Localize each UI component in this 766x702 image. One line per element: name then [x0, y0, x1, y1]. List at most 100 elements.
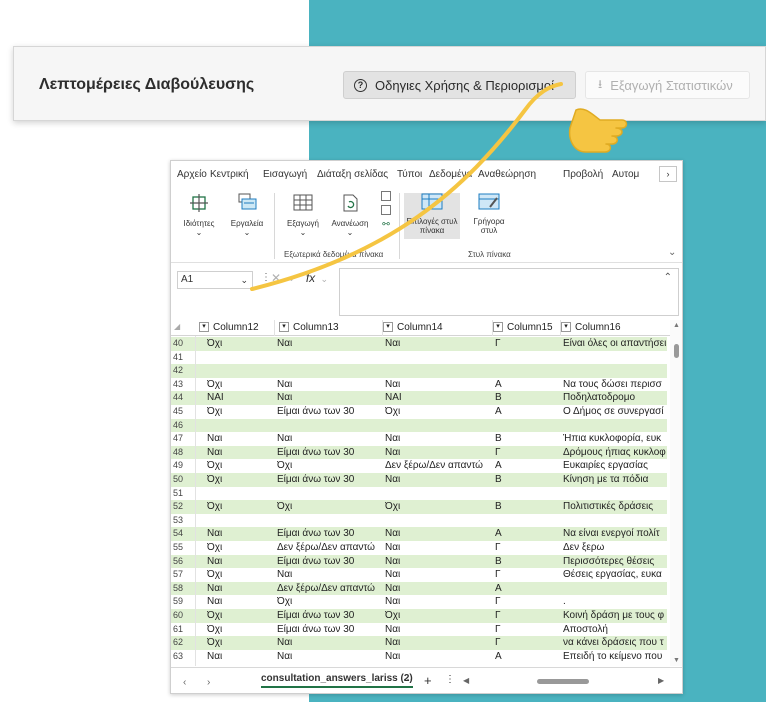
- menu-formulas[interactable]: Τύποι: [397, 169, 422, 180]
- cell-column16[interactable]: Επειδή το κείμενο που: [563, 650, 667, 664]
- cell-column14[interactable]: Όχι: [385, 405, 493, 419]
- column-header[interactable]: ▾ Column13: [275, 320, 383, 336]
- scroll-left-icon[interactable]: ◀: [463, 676, 469, 685]
- cell-column12[interactable]: Ναι: [207, 595, 275, 609]
- cell-column15[interactable]: Γ: [495, 595, 559, 609]
- horizontal-scroll-thumb[interactable]: [537, 679, 589, 684]
- cell-column14[interactable]: Ναι: [385, 527, 493, 541]
- cell-column12[interactable]: Όχι: [207, 337, 275, 351]
- insert-function-icon[interactable]: fx: [306, 271, 315, 285]
- table-row[interactable]: 54 Ναι Είμαι άνω των 30 Ναι Α Να είναι ενεργο…: [171, 527, 667, 541]
- cell-column12[interactable]: Όχι: [207, 623, 275, 637]
- cancel-icon[interactable]: ✕: [271, 271, 281, 285]
- cell-column14[interactable]: Ναι: [385, 378, 493, 392]
- cell-column13[interactable]: Είμαι άνω των 30: [277, 555, 383, 569]
- formula-bar-options-icon[interactable]: ⋮: [261, 272, 271, 283]
- chevron-up-icon[interactable]: ⌃: [664, 272, 672, 283]
- cell-column14[interactable]: Δεν ξέρω/Δεν απαντώ: [385, 459, 493, 473]
- cell-column14[interactable]: ΝΑΙ: [385, 391, 493, 405]
- table-row[interactable]: 48 Ναι Είμαι άνω των 30 Ναι Γ Δρόμους ήπιας κ…: [171, 445, 667, 460]
- cell-column13[interactable]: Όχι: [277, 459, 383, 473]
- sheet-next-icon[interactable]: ›: [207, 677, 210, 688]
- cell-column14[interactable]: Ναι: [385, 446, 493, 460]
- menu-insert[interactable]: Εισαγωγή: [263, 169, 307, 180]
- refresh-button[interactable]: Ανανέωση ⌄: [327, 193, 373, 237]
- cell-column12[interactable]: Ναι: [207, 446, 275, 460]
- table-row[interactable]: 50 Όχι Είμαι άνω των 30 Ναι Β Κίνηση με τα πό…: [171, 473, 667, 487]
- table-row[interactable]: 56 Ναι Είμαι άνω των 30 Ναι Β Περισσότερες θέ…: [171, 554, 667, 569]
- column-header[interactable]: ▾ Column14: [383, 320, 493, 336]
- cell-column13[interactable]: Είμαι άνω των 30: [277, 405, 383, 419]
- cell-column14[interactable]: Ναι: [385, 541, 493, 555]
- cell-column14[interactable]: Ναι: [385, 337, 493, 351]
- cell-column16[interactable]: Είναι όλες οι απαντήσει: [563, 337, 667, 351]
- quick-styles-button[interactable]: Γρήγορα στυλ: [466, 193, 512, 235]
- table-row[interactable]: 63 Ναι Ναι Ναι Α Επειδή το κείμενο που: [171, 650, 667, 664]
- filter-dropdown-icon[interactable]: ▾: [561, 322, 571, 333]
- cell-column16[interactable]: Ήπια κυκλοφορία, ευκ: [563, 432, 667, 446]
- cell-column13[interactable]: Ναι: [277, 650, 383, 664]
- cell-column12[interactable]: Ναι: [207, 432, 275, 446]
- menu-data[interactable]: Δεδομένα: [429, 169, 472, 180]
- export-statistics-button[interactable]: ⭳ Εξαγωγή Στατιστικών: [585, 71, 750, 99]
- cell-column15[interactable]: Β: [495, 473, 559, 487]
- menu-more-button[interactable]: ›: [659, 166, 677, 182]
- cell-column12[interactable]: Όχι: [207, 609, 275, 623]
- more-sheets-icon[interactable]: ···: [403, 674, 413, 685]
- table-row[interactable]: 51: [171, 487, 667, 501]
- cell-column13[interactable]: Είμαι άνω των 30: [277, 446, 383, 460]
- cell-column15[interactable]: Γ: [495, 636, 559, 650]
- cell-column13[interactable]: Ναι: [277, 636, 383, 650]
- cell-column12[interactable]: Ναι: [207, 650, 275, 664]
- export-table-button[interactable]: Εξαγωγή ⌄: [281, 193, 325, 237]
- cell-column16[interactable]: Ευκαιρίες εργασίας: [563, 459, 667, 473]
- confirm-icon[interactable]: ✓: [288, 271, 298, 285]
- cell-column14[interactable]: Ναι: [385, 555, 493, 569]
- cell-column12[interactable]: Ναι: [207, 555, 275, 569]
- cell-column12[interactable]: Ναι: [207, 582, 275, 596]
- cell-column16[interactable]: Θέσεις εργασίας, ευκα: [563, 568, 667, 582]
- select-all-corner[interactable]: ◢: [174, 322, 180, 331]
- sheet-prev-icon[interactable]: ‹: [183, 677, 186, 688]
- cell-column15[interactable]: Α: [495, 378, 559, 392]
- table-row[interactable]: 46: [171, 418, 667, 433]
- cell-column16[interactable]: Πολιτιστικές δράσεις: [563, 500, 667, 514]
- cell-column15[interactable]: Γ: [495, 568, 559, 582]
- cell-column15[interactable]: Β: [495, 391, 559, 405]
- menu-home[interactable]: Κεντρική: [210, 169, 249, 180]
- cell-column13[interactable]: Είμαι άνω των 30: [277, 473, 383, 487]
- scroll-thumb[interactable]: [674, 344, 679, 358]
- cell-column15[interactable]: Α: [495, 527, 559, 541]
- add-sheet-icon[interactable]: +: [424, 673, 432, 688]
- sheet-options-icon[interactable]: ⋮: [445, 674, 455, 685]
- table-row[interactable]: 58 Ναι Δεν ξέρω/Δεν απαντώ Ναι Α: [171, 581, 667, 596]
- tools-button[interactable]: Εργαλεία ⌄: [227, 193, 267, 237]
- column-header[interactable]: ▾ Column15: [493, 320, 561, 336]
- cell-column12[interactable]: Όχι: [207, 473, 275, 487]
- cell-column12[interactable]: ΝΑΙ: [207, 391, 275, 405]
- table-style-options-button[interactable]: Επιλογές στυλ πίνακα: [404, 193, 460, 239]
- column-header[interactable]: ▾ Column12: [195, 320, 275, 336]
- cell-column13[interactable]: Ναι: [277, 391, 383, 405]
- spreadsheet-grid[interactable]: ◢ ▾ Column12 ▾ Column13 ▾ Column14 ▾ Column1…: [171, 320, 682, 666]
- cell-column14[interactable]: Ναι: [385, 432, 493, 446]
- cell-column15[interactable]: Γ: [495, 541, 559, 555]
- cell-column13[interactable]: Είμαι άνω των 30: [277, 609, 383, 623]
- menu-automate[interactable]: Αυτομ: [612, 169, 639, 180]
- cell-column16[interactable]: Ο Δήμος σε συνεργασί: [563, 405, 667, 419]
- table-row[interactable]: 47 Ναι Ναι Ναι Β Ήπια κυκλοφορία, ευκ: [171, 432, 667, 446]
- cell-column15[interactable]: Β: [495, 555, 559, 569]
- cell-column16[interactable]: Δρόμους ήπιας κυκλοφ: [563, 446, 667, 460]
- cell-column16[interactable]: Να είναι ενεργοί πολίτ: [563, 527, 667, 541]
- cell-column16[interactable]: Αποστολή: [563, 623, 667, 637]
- cell-column14[interactable]: Όχι: [385, 609, 493, 623]
- cell-column14[interactable]: Όχι: [385, 500, 493, 514]
- table-row[interactable]: 62 Όχι Ναι Ναι Γνα κάνει δράσεις που τ: [171, 636, 667, 650]
- small-tools-stack[interactable]: ⚯: [378, 191, 394, 230]
- cell-column14[interactable]: Ναι: [385, 582, 493, 596]
- menu-file[interactable]: Αρχείο: [177, 169, 207, 180]
- cell-column12[interactable]: Όχι: [207, 500, 275, 514]
- cell-column15[interactable]: Β: [495, 432, 559, 446]
- cell-column13[interactable]: Ναι: [277, 337, 383, 351]
- ribbon-collapse-icon[interactable]: ⌄: [668, 247, 676, 258]
